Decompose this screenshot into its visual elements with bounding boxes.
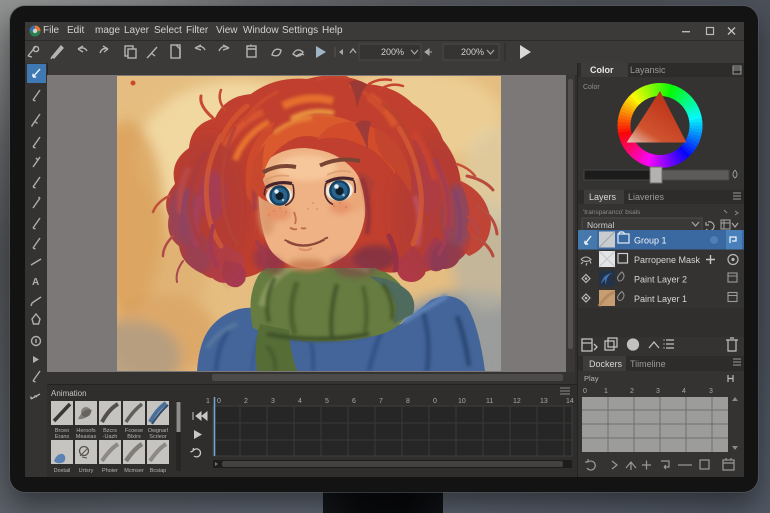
svg-text:4: 4: [298, 398, 302, 405]
svg-text:10: 10: [458, 398, 466, 405]
svg-text:200%: 200%: [381, 47, 404, 57]
svg-text:Animation: Animation: [51, 389, 87, 398]
svg-text:Normal: Normal: [587, 220, 615, 230]
svg-text:Doxtail: Doxtail: [54, 468, 71, 474]
svg-text:Erans: Erans: [55, 434, 70, 440]
svg-text:Urtsry: Urtsry: [79, 468, 94, 474]
svg-text:Color: Color: [590, 65, 614, 75]
svg-text:1: 1: [604, 388, 608, 395]
svg-text:6: 6: [352, 398, 356, 405]
svg-text:3: 3: [709, 388, 713, 395]
svg-text:0: 0: [583, 388, 587, 395]
svg-text:Color: Color: [583, 84, 600, 91]
svg-text:Layers: Layers: [589, 192, 617, 202]
svg-text:Parropene Mask: Parropene Mask: [634, 255, 701, 265]
svg-text:0: 0: [433, 398, 437, 405]
svg-text:Mcmser: Mcmser: [124, 468, 144, 474]
svg-text:2: 2: [630, 388, 634, 395]
svg-text:3: 3: [271, 398, 275, 405]
svg-text:200%: 200%: [461, 47, 484, 57]
svg-text:7: 7: [379, 398, 383, 405]
svg-text:0: 0: [217, 398, 221, 405]
svg-text:Group 1: Group 1: [634, 236, 667, 246]
svg-text:Scrieor: Scrieor: [149, 434, 167, 440]
svg-text:Play: Play: [584, 374, 599, 383]
svg-text:'transparanco' bsals: 'transparanco' bsals: [583, 209, 641, 216]
svg-text:14: 14: [566, 398, 574, 405]
svg-text:-Uazh: -Uazh: [103, 434, 118, 440]
svg-text:Meaxias: Meaxias: [76, 434, 97, 440]
svg-text:Paint Layer 1: Paint Layer 1: [634, 294, 687, 304]
svg-text:4: 4: [682, 388, 686, 395]
svg-text:13: 13: [540, 398, 548, 405]
svg-text:Dockers: Dockers: [589, 359, 623, 369]
svg-text:1: 1: [206, 398, 210, 405]
svg-text:12: 12: [513, 398, 521, 405]
svg-text:11: 11: [486, 398, 493, 405]
svg-text:A: A: [32, 277, 39, 288]
svg-text:5: 5: [325, 398, 329, 405]
svg-text:2: 2: [244, 398, 248, 405]
svg-text:Bcsiap: Bcsiap: [150, 468, 167, 474]
svg-text:Phoier: Phoier: [102, 468, 118, 474]
svg-text:3: 3: [656, 388, 660, 395]
svg-text:Layansic: Layansic: [630, 65, 666, 75]
svg-text:Liaveries: Liaveries: [628, 192, 665, 202]
svg-text:Paint Layer 2: Paint Layer 2: [634, 275, 687, 285]
svg-text:8: 8: [406, 398, 410, 405]
svg-text:Tiimeline: Tiimeline: [630, 359, 666, 369]
svg-text:Blxirs: Blxirs: [127, 434, 141, 440]
